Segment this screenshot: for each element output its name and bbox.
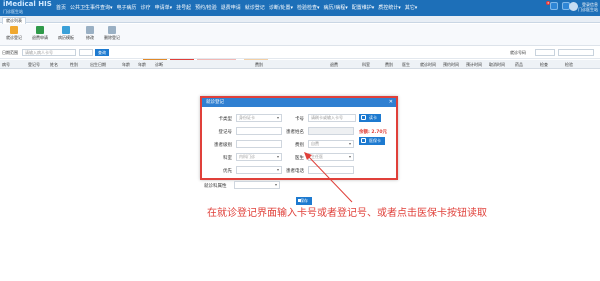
col-header[interactable]: 出生日期 — [90, 62, 106, 68]
menu-item-requests[interactable]: 申请单▾ — [155, 0, 173, 16]
user-line-2: 门诊医生站 — [578, 7, 598, 12]
medical-card-button[interactable]: 医保卡 — [359, 137, 385, 145]
fee-type-label: 费别 — [295, 143, 304, 148]
read-card-button[interactable]: 读卡 — [359, 114, 381, 122]
menu-item-emr[interactable]: 电子病历 — [117, 0, 137, 16]
message-icon[interactable] — [550, 2, 558, 10]
menu-item-config[interactable]: 配置维护▾ — [352, 0, 375, 16]
app-subtitle: 门诊医生站 — [3, 9, 23, 14]
menu-item-visit-register[interactable]: 就诊登记 — [245, 0, 265, 16]
user-avatar[interactable] — [569, 2, 578, 11]
col-header[interactable]: 检查 — [540, 62, 548, 68]
col-header[interactable]: 费别 — [255, 62, 263, 68]
visit-no-select[interactable] — [558, 49, 594, 56]
card-no-label: 卡号 — [295, 117, 304, 122]
read-card-label: 读卡 — [369, 115, 377, 120]
col-header[interactable]: 姓名 — [50, 62, 58, 68]
refund-request-button[interactable]: 退费申请 — [28, 26, 52, 44]
refund-request-label: 退费申请 — [32, 35, 48, 40]
visit-attribute-select[interactable] — [234, 181, 280, 189]
app-logo: iMedical HIS 门诊医生站 — [3, 1, 52, 15]
menu-item-stats[interactable]: 质控统计▾ — [378, 0, 401, 16]
tab-bar: 就诊列表 — [0, 16, 600, 25]
col-header[interactable]: 预计时间 — [466, 62, 482, 68]
app-brand: iMedical HIS — [3, 0, 52, 8]
col-header[interactable]: 年龄 — [138, 62, 146, 68]
col-header[interactable]: 性别 — [70, 62, 78, 68]
col-header[interactable]: 诊断 — [155, 62, 163, 68]
menu-item-refund[interactable]: 退费申请 — [221, 0, 241, 16]
card-type-label: 卡类型 — [218, 117, 233, 122]
delete-register-label: 删除登记 — [104, 35, 120, 40]
menu-item-registration[interactable]: 挂号起 — [176, 0, 191, 16]
col-header[interactable]: 退费 — [330, 62, 338, 68]
patient-name-label: 患者姓名 — [286, 130, 304, 135]
balance-text: 余额: 2.70元 — [359, 130, 387, 135]
col-header[interactable]: 预约时间 — [443, 62, 459, 68]
col-header[interactable]: 医生 — [402, 62, 410, 68]
menu-item-exams[interactable]: 检验检查▾ — [297, 0, 320, 16]
delete-register-button[interactable]: 删除登记 — [100, 26, 124, 44]
col-header[interactable]: 科室 — [362, 62, 370, 68]
medical-card-icon — [361, 138, 366, 143]
visit-no-input[interactable] — [535, 49, 555, 56]
visit-no-label: 就诊号码 — [510, 50, 526, 55]
register-icon — [10, 26, 18, 34]
col-header[interactable]: 费别 — [385, 62, 393, 68]
instruction-annotation: 在就诊登记界面输入卡号或者登记号、或者点击医保卡按钮读取 — [207, 208, 487, 219]
template-icon — [62, 26, 70, 34]
col-header[interactable]: 取消时间 — [489, 62, 505, 68]
visit-register-button[interactable]: 就诊登记 — [2, 26, 26, 44]
grid-header: 病号 登记号 姓名 性别 出生日期 年龄 年龄 诊断 费别 退费 科室 费别 医… — [0, 60, 600, 69]
col-header[interactable]: 病号 — [2, 62, 10, 68]
search-button[interactable]: 查询 — [95, 49, 109, 56]
delete-icon — [108, 26, 116, 34]
col-header[interactable]: 年龄 — [122, 62, 130, 68]
menu-item-appointments[interactable]: 预约/检验 — [195, 0, 217, 16]
refund-icon — [36, 26, 44, 34]
visit-register-dialog: 就诊登记 ✕ 卡类型 身份证卡 卡号 请刷卡或输入卡号 读卡 登记号 患者姓名 … — [200, 96, 398, 180]
top-right-icons — [550, 2, 570, 10]
visit-attribute-label: 就诊科属性 — [204, 184, 227, 189]
main-menu: 首页 公共卫生事件查询▾ 电子病历 诊疗 申请单▾ 挂号起 预约/检验 退费申请… — [56, 0, 421, 16]
annotation-arrow — [304, 152, 353, 203]
col-header[interactable]: 就诊时间 — [420, 62, 436, 68]
dept-label: 科室 — [223, 156, 232, 161]
menu-item-public-health[interactable]: 公共卫生事件查询▾ — [70, 0, 113, 16]
record-template-label: 病历模板 — [58, 35, 74, 40]
menu-item-treatment[interactable]: 诊断/处置▾ — [269, 0, 293, 16]
menu-item-home[interactable]: 首页 — [56, 0, 66, 16]
edit-label: 修改 — [86, 35, 94, 40]
patient-level-label: 患者级别 — [214, 143, 232, 148]
medical-card-label: 医保卡 — [369, 138, 381, 143]
dialog-title: 就诊登记 — [202, 98, 396, 107]
menu-item-diagnosis[interactable]: 诊疗 — [141, 0, 151, 16]
patient-name-input[interactable] — [308, 127, 354, 135]
col-header[interactable]: 检验 — [565, 62, 573, 68]
menu-item-records[interactable]: 病历/病程▾ — [324, 0, 348, 16]
edit-button[interactable]: 修改 — [78, 26, 102, 44]
date-range-label: 日期范围 — [2, 50, 18, 55]
user-info[interactable]: 登录信息 门诊医生站 — [578, 2, 598, 12]
card-reader-icon — [361, 115, 366, 120]
card-search-input[interactable]: 请输入病人卡号 — [22, 49, 76, 56]
priority-label: 优先 — [223, 169, 232, 174]
card-no-input[interactable]: 请刷卡或输入卡号 — [308, 114, 356, 122]
menu-item-other[interactable]: 其它▾ — [405, 0, 418, 16]
col-header[interactable]: 登记号 — [28, 62, 40, 68]
date-field[interactable] — [79, 49, 93, 56]
record-template-button[interactable]: 病历模板 — [54, 26, 78, 44]
visit-register-label: 就诊登记 — [6, 35, 22, 40]
annotation-arrow-line — [307, 155, 353, 203]
reg-no-label: 登记号 — [218, 130, 233, 135]
col-header[interactable]: 药品 — [515, 62, 523, 68]
toolbar: 就诊登记 退费申请 病历模板 修改 删除登记 未就诊(0) 已就诊(0) 已退号… — [0, 24, 600, 60]
close-icon[interactable]: ✕ — [389, 98, 393, 107]
edit-icon — [86, 26, 94, 34]
fee-type-select[interactable]: 自费 — [308, 140, 354, 148]
filter-bar: 日期范围 请输入病人卡号 查询 就诊号码 — [0, 47, 600, 59]
top-menu-bar: iMedical HIS 门诊医生站 首页 公共卫生事件查询▾ 电子病历 诊疗 … — [0, 0, 600, 16]
